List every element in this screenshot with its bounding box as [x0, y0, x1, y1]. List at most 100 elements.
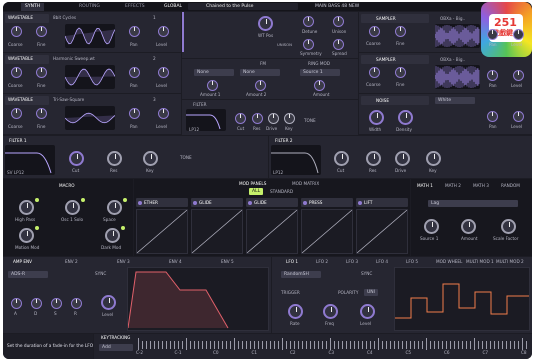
env-tab-3[interactable]: ENV 3: [117, 259, 130, 264]
osc-3-fine-knob[interactable]: [36, 108, 47, 119]
noise-level-knob[interactable]: [513, 111, 524, 122]
filter-2-drive-knob[interactable]: [395, 151, 410, 166]
filter-mid-res-knob[interactable]: [252, 113, 263, 124]
tab-routing[interactable]: ROUTING: [75, 3, 104, 11]
mod-col-5-title[interactable]: LIFT: [364, 200, 372, 205]
env-tab-5[interactable]: ENV 5: [221, 259, 234, 264]
filter-2-res-knob[interactable]: [366, 151, 381, 166]
lfo-level-knob[interactable]: [360, 304, 375, 319]
osc-1-level-knob[interactable]: [158, 26, 169, 37]
filter-mid-type[interactable]: LP12: [189, 127, 199, 132]
lfo-tab-7[interactable]: MULTI MOD 1: [466, 259, 494, 264]
osc-1-wavetable-name[interactable]: 8bit Cycles: [53, 15, 76, 20]
env-sync[interactable]: SYNC: [95, 271, 106, 276]
filter-2-cut-knob[interactable]: [334, 151, 349, 166]
tab-global[interactable]: GLOBAL: [160, 3, 186, 11]
math-tab-3[interactable]: MATH 3: [473, 183, 489, 188]
wt-pos-knob[interactable]: [258, 16, 273, 31]
sampler-2-level-knob[interactable]: [513, 70, 524, 81]
osc-2-wavetable-name[interactable]: Harmonic Sweep.wt: [53, 56, 95, 61]
sampler-2-fine-knob[interactable]: [395, 67, 406, 78]
mod-col-1-title[interactable]: ETHER: [144, 200, 158, 205]
lfo-tab-2[interactable]: LFO 2: [316, 259, 328, 264]
spread-knob[interactable]: [333, 39, 344, 50]
math-tab-4[interactable]: RANDOM: [501, 183, 520, 188]
env-level-knob[interactable]: [101, 295, 116, 310]
filter-1-tone[interactable]: TONE: [180, 155, 192, 160]
sampler-1-name[interactable]: OBXa - Big..: [440, 16, 465, 21]
env-d-knob[interactable]: [31, 298, 42, 309]
unison-knob[interactable]: [333, 16, 344, 27]
lfo-freq-knob[interactable]: [323, 304, 338, 319]
filter-1-key-knob[interactable]: [143, 151, 158, 166]
filter-mid-tone[interactable]: TONE: [304, 118, 316, 123]
osc-2-pan-knob[interactable]: [129, 67, 140, 78]
sampler-1-level-knob[interactable]: [513, 29, 524, 40]
filter-mid-cut-knob[interactable]: [235, 113, 246, 124]
tab-effects[interactable]: EFFECTS: [121, 3, 149, 11]
env-tab-4[interactable]: ENV 4: [169, 259, 182, 264]
noise-type-select[interactable]: White: [435, 97, 475, 104]
mod-filter-standard[interactable]: STANDARD: [270, 189, 293, 194]
lfo-trigger[interactable]: TRIGGER: [281, 290, 300, 295]
fm-amount-2-knob[interactable]: [255, 80, 266, 91]
math-scale-knob[interactable]: [501, 219, 516, 234]
filter-2-key-knob[interactable]: [426, 151, 441, 166]
tab-mod-panels[interactable]: MOD PANELS: [239, 181, 266, 186]
noise-pan-knob[interactable]: [487, 111, 498, 122]
preset-actions[interactable]: MAIN BASS 48 NEW: [315, 4, 359, 10]
osc-1-fine-knob[interactable]: [36, 26, 47, 37]
filter-mid-drive-knob[interactable]: [268, 113, 279, 124]
sampler-2-pan-knob[interactable]: [487, 70, 498, 81]
env-type-select[interactable]: ADS-R: [8, 271, 48, 278]
lfo-tab-3[interactable]: LFO 3: [346, 259, 358, 264]
fm-select-1[interactable]: None: [194, 69, 234, 76]
tab-mod-matrix[interactable]: MOD MATRIX: [292, 181, 319, 186]
osc-3-wavetable-name[interactable]: Tri-Saw-Square: [53, 97, 84, 102]
keytracking-mode-select[interactable]: Add: [99, 344, 133, 351]
sampler-1-fine-knob[interactable]: [395, 26, 406, 37]
macro-4-knob[interactable]: [19, 228, 34, 243]
math-amount-knob[interactable]: [461, 219, 476, 234]
env-tab-2[interactable]: ENV 2: [65, 259, 78, 264]
env-s-knob[interactable]: [51, 298, 62, 309]
osc-2-fine-knob[interactable]: [36, 67, 47, 78]
env-r-knob[interactable]: [71, 298, 82, 309]
noise-density-knob[interactable]: [398, 110, 413, 125]
macro-2-knob[interactable]: [65, 200, 80, 215]
filter-1-res-knob[interactable]: [107, 151, 122, 166]
sampler-1-pan-knob[interactable]: [487, 29, 498, 40]
sampler-2-name[interactable]: OBXa - Big..: [440, 57, 465, 62]
lfo-tab-4[interactable]: LFO 4: [376, 259, 388, 264]
osc-1-pan-knob[interactable]: [129, 26, 140, 37]
mod-filter-all[interactable]: ALL: [249, 188, 264, 195]
mod-col-3-title[interactable]: GLIDE: [254, 200, 267, 205]
lfo-tab-6[interactable]: MOD WHEEL: [436, 259, 462, 264]
math-source-knob[interactable]: [424, 219, 439, 234]
noise-width-knob[interactable]: [369, 110, 384, 125]
filter-mid-key-knob[interactable]: [284, 113, 295, 124]
lfo-type-select[interactable]: RandomSH: [281, 271, 321, 278]
macro-3-knob[interactable]: [107, 200, 122, 215]
sampler-2-coarse-knob[interactable]: [369, 67, 380, 78]
osc-2-coarse-knob[interactable]: [11, 67, 22, 78]
fm-select-2[interactable]: None: [240, 69, 280, 76]
tab-synth[interactable]: SYNTH: [21, 3, 45, 11]
mod-col-4-title[interactable]: PRESS: [309, 200, 322, 205]
math-tab-1[interactable]: MATH 1: [417, 183, 433, 188]
osc-3-level-knob[interactable]: [158, 108, 169, 119]
osc-2-level-knob[interactable]: [158, 67, 169, 78]
lfo-sync[interactable]: SYNC: [361, 271, 372, 276]
sampler-1-coarse-knob[interactable]: [369, 26, 380, 37]
ring-amount-knob[interactable]: [314, 80, 325, 91]
lfo-tab-5[interactable]: LFO 5: [406, 259, 418, 264]
osc-3-pan-knob[interactable]: [129, 108, 140, 119]
detune-knob[interactable]: [303, 16, 314, 27]
macro-5-knob[interactable]: [105, 228, 120, 243]
env-a-knob[interactable]: [11, 298, 22, 309]
lfo-tab-1[interactable]: LFO 1: [286, 259, 298, 264]
keytracking-ruler[interactable]: [138, 338, 530, 350]
lfo-uni-toggle[interactable]: UNI: [364, 289, 378, 296]
osc-1-coarse-knob[interactable]: [11, 26, 22, 37]
env-tab-1[interactable]: AMP ENV: [13, 259, 32, 264]
